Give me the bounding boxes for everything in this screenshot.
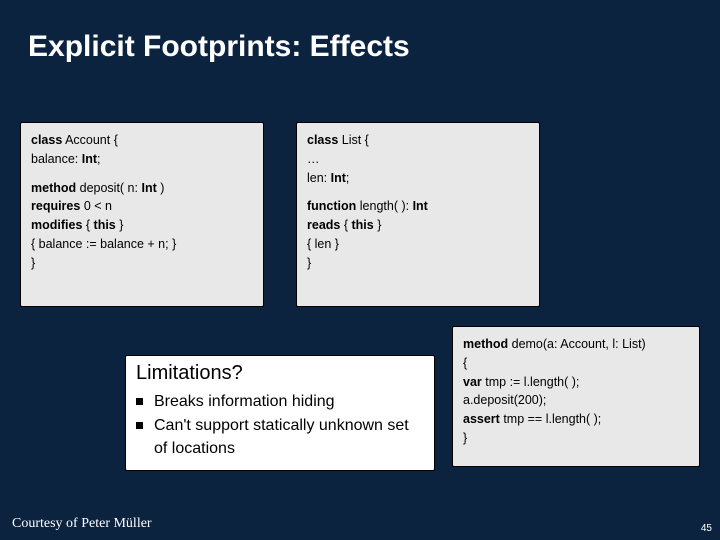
code-line: } [307,254,529,273]
code-line: method deposit( n: Int ) [31,179,253,198]
code-line: requires 0 < n [31,197,253,216]
limitations-title: Limitations? [136,362,424,385]
code-line: a.deposit(200); [463,391,689,410]
code-box-list: class List { … len: Int; function length… [296,122,540,307]
code-line: } [463,429,689,448]
code-line: { balance := balance + n; } [31,235,253,254]
code-line: reads { this } [307,216,529,235]
slide-number: 45 [701,523,712,534]
code-line: assert tmp == l.length( ); [463,410,689,429]
code-line: method demo(a: Account, l: List) [463,335,689,354]
code-line: class Account { [31,131,253,150]
code-line: balance: Int; [31,150,253,169]
code-line: { len } [307,235,529,254]
code-line: } [31,254,253,273]
code-line: len: Int; [307,169,529,188]
code-line: class List { [307,131,529,150]
code-box-demo: method demo(a: Account, l: List) { var t… [452,326,700,467]
code-line: var tmp := l.length( ); [463,373,689,392]
limitations-list: Breaks information hiding Can't support … [136,391,424,460]
limitations-box: Limitations? Breaks information hiding C… [125,355,435,471]
slide-title: Explicit Footprints: Effects [28,30,410,64]
footer-attribution: Courtesy of Peter Müller [12,516,152,532]
code-box-account: class Account { balance: Int; method dep… [20,122,264,307]
list-item: Breaks information hiding [136,391,424,413]
code-line: { [463,354,689,373]
list-item: Can't support statically unknown set of … [136,415,424,460]
code-line: function length( ): Int [307,197,529,216]
code-line: modifies { this } [31,216,253,235]
code-line: … [307,150,529,169]
